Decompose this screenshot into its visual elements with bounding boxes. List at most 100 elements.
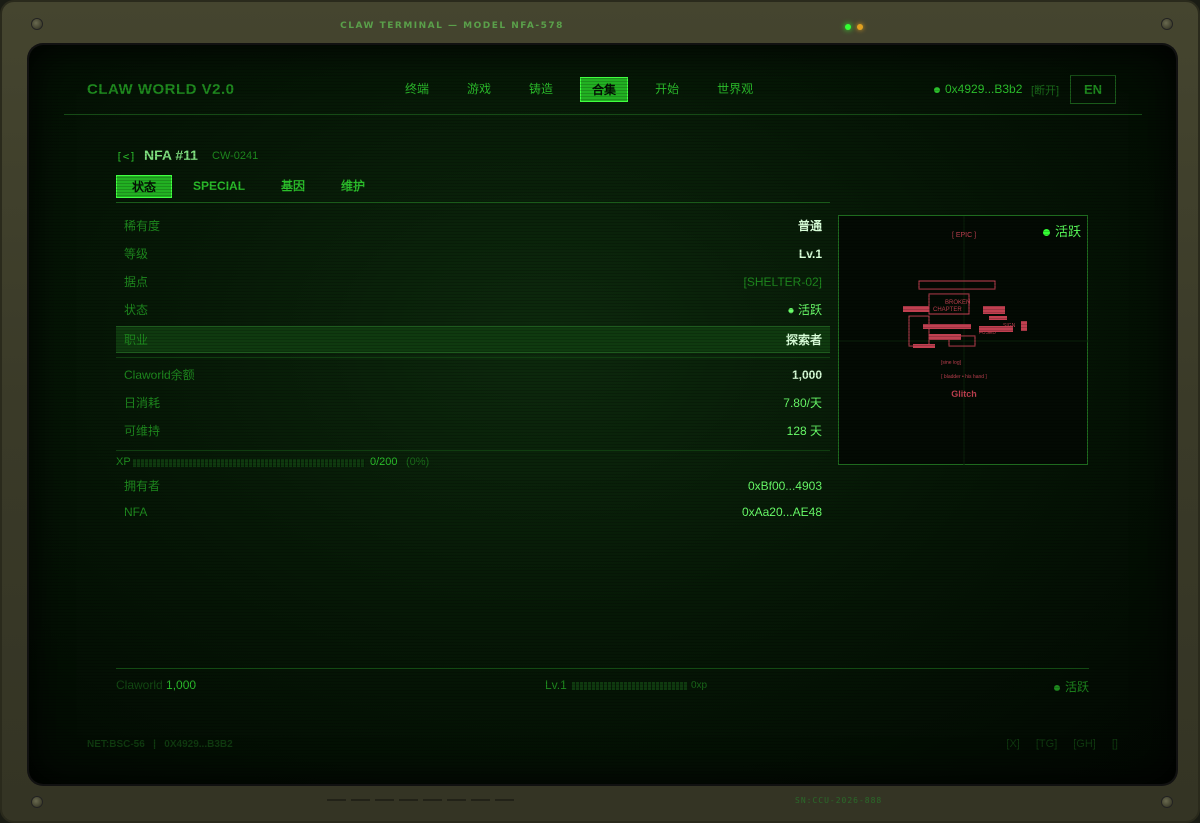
vent-grille	[327, 799, 514, 801]
nav-mint[interactable]: 铸造	[518, 77, 564, 102]
row-level: 等级 Lv.1	[116, 241, 830, 268]
nfa-code: CW-0241	[212, 150, 259, 162]
art-text: [ bladder • his hand ]	[941, 374, 987, 380]
terminal-bezel: CLAW TERMINAL — MODEL NFA-578 SN:CCU-202…	[0, 0, 1200, 823]
github-link[interactable]: [GH]	[1073, 738, 1096, 750]
row-status: 状态 ● 活跃	[116, 297, 830, 324]
footer-xp: 0xp	[691, 680, 708, 691]
bezel-title: CLAW TERMINAL — MODEL NFA-578	[340, 21, 564, 31]
nav-game[interactable]: 游戏	[456, 77, 502, 102]
row-key: 日消耗	[124, 396, 161, 410]
extra-link[interactable]: []	[1112, 738, 1118, 750]
art-text: SIGN	[1003, 323, 1016, 329]
row-value: ● 活跃	[787, 303, 822, 317]
disconnect-button[interactable]: [断开]	[1031, 82, 1059, 98]
row-key: 稀有度	[124, 219, 161, 233]
screw-icon	[1162, 19, 1172, 29]
detail-tabs: 状态 SPECIAL 基因 维护	[116, 175, 386, 198]
row-value: 普通	[797, 219, 822, 233]
rarity-tag: [ EPIC ]	[952, 232, 976, 239]
nav-start[interactable]: 开始	[644, 77, 690, 102]
footer-status-text: 活跃	[1065, 680, 1090, 694]
main-nav: 终端 游戏 铸造 合集 开始 世界观	[394, 77, 780, 102]
row-value: 7.80/天	[783, 396, 822, 410]
row-nfa-contract: NFA 0xAa20...AE48	[116, 499, 830, 526]
nav-terminal[interactable]: 终端	[394, 77, 440, 102]
footer-balance-value: 1,000	[166, 678, 197, 692]
tab-status[interactable]: 状态	[116, 175, 173, 198]
power-led-icon	[845, 24, 851, 30]
row-value: 128 天	[786, 424, 822, 438]
tab-genes[interactable]: 基因	[266, 175, 320, 198]
nav-collection[interactable]: 合集	[580, 77, 629, 102]
art-text: BROKEN	[945, 300, 970, 306]
system-address: 0X4929...B3B2	[164, 739, 233, 750]
footer-balance: Claworld 1,000	[116, 678, 196, 692]
crt-screen: CLAW WORLD V2.0 终端 游戏 铸造 合集 开始 世界观 0x492…	[29, 45, 1176, 784]
row-sustain: 可维持 128 天	[116, 418, 830, 445]
card-status-badge: 活跃	[1042, 221, 1081, 240]
active-dot-icon	[1042, 229, 1050, 237]
nfa-title: NFA #11	[144, 147, 198, 163]
separator: |	[153, 739, 156, 750]
tabs-divider	[116, 202, 830, 203]
row-key: 等级	[124, 247, 149, 261]
social-links: [X] [TG] [GH] []	[1006, 738, 1118, 750]
footer-xp-bar	[572, 682, 687, 690]
nfa-name: Glitch	[951, 389, 977, 399]
row-rarity: 稀有度 普通	[116, 213, 830, 240]
network-label: NET:BSC-56	[87, 739, 145, 750]
footer-status: 活跃	[1054, 678, 1089, 695]
activity-led-icon	[857, 24, 863, 30]
row-owner: 拥有者 0xBf00...4903	[116, 473, 830, 500]
language-toggle-button[interactable]: EN	[1070, 75, 1116, 104]
wallet-address[interactable]: 0x4929...B3b2	[934, 82, 1022, 96]
xp-progress-bar	[133, 459, 365, 467]
row-key: 状态	[124, 303, 149, 317]
card-status-text: 活跃	[1054, 224, 1081, 239]
header-divider	[64, 114, 1142, 115]
footer-divider	[116, 668, 1089, 669]
row-key: Claworld余额	[124, 368, 195, 382]
row-profession: 职业 探索者	[116, 326, 830, 353]
section-divider	[116, 357, 830, 358]
connected-dot-icon	[934, 86, 940, 93]
screw-icon	[32, 797, 42, 807]
nfa-address-link[interactable]: 0xAa20...AE48	[742, 499, 822, 526]
x-link[interactable]: [X]	[1006, 738, 1019, 750]
xp-percent: (0%)	[406, 456, 430, 468]
row-key: 拥有者	[124, 479, 161, 493]
row-value: 1,000	[791, 368, 822, 382]
art-text: CHAPTER	[933, 307, 962, 313]
xp-value: 0/200	[370, 456, 398, 468]
row-daily-cost: 日消耗 7.80/天	[116, 390, 830, 417]
glitch-art: [ EPIC ] BROKEN CHAPTER SIGN FUSED [sine…	[839, 216, 1089, 466]
brand-logo[interactable]: CLAW WORLD V2.0	[87, 81, 235, 98]
owner-address-link[interactable]: 0xBf00...4903	[748, 473, 822, 500]
screw-icon	[1162, 797, 1172, 807]
footer-balance-label: Claworld	[116, 678, 163, 692]
wallet-address-text: 0x4929...B3b2	[945, 82, 1023, 96]
footer-level: Lv.1	[545, 678, 567, 692]
row-key: 据点	[124, 275, 149, 289]
row-value: Lv.1	[798, 247, 822, 261]
telegram-link[interactable]: [TG]	[1036, 738, 1057, 750]
system-info: NET:BSC-56 | 0X4929...B3B2	[87, 739, 233, 750]
nav-worldview[interactable]: 世界观	[706, 77, 764, 102]
row-key: NFA	[124, 505, 148, 519]
art-text: FUSED	[979, 330, 996, 336]
active-dot-icon	[1054, 684, 1060, 691]
row-value: 探索者	[785, 333, 822, 347]
row-balance: Claworld余额 1,000	[116, 362, 830, 389]
xp-label: XP	[116, 456, 131, 468]
row-key: 职业	[124, 333, 149, 347]
row-base: 据点 [SHELTER-02]	[116, 269, 830, 296]
back-button[interactable]: [<]	[116, 150, 136, 163]
nfa-portrait-card: [ EPIC ] BROKEN CHAPTER SIGN FUSED [sine…	[838, 215, 1089, 466]
tab-maintenance[interactable]: 维护	[326, 175, 380, 198]
serial-number: SN:CCU-2026-888	[795, 796, 883, 805]
section-divider	[116, 450, 830, 451]
tab-special[interactable]: SPECIAL	[178, 175, 260, 198]
row-key: 可维持	[124, 424, 161, 438]
art-text: [sine log]	[941, 360, 962, 366]
